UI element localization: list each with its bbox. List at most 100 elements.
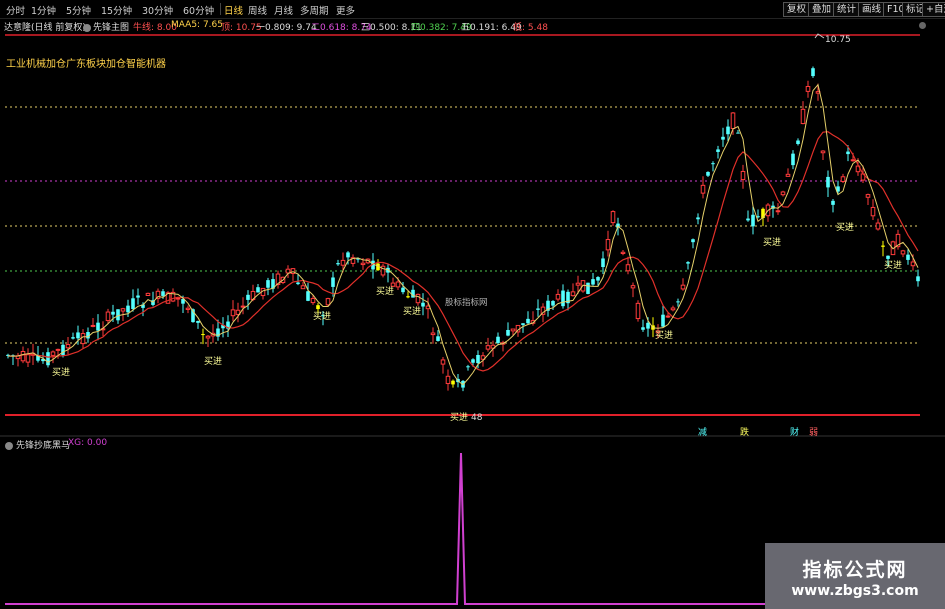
candle-body: [916, 276, 920, 282]
candle-body: [605, 239, 611, 251]
long-moving-average-line: [7, 131, 919, 372]
kline-chart: 10.75 买进 买进 买进 买进 买进 买进 48 买进 买进 买进 买进 股…: [0, 33, 945, 605]
candle-body: [686, 262, 690, 264]
candle-body: [751, 214, 755, 227]
candle-body: [126, 305, 130, 313]
candle-body: [691, 239, 695, 243]
candle-body: [761, 208, 765, 218]
candle-body: [360, 262, 366, 266]
candle-body: [80, 333, 86, 345]
candle-body: [451, 380, 455, 385]
candle-body: [510, 328, 516, 332]
candle-body: [811, 68, 815, 77]
candle-body: [111, 311, 115, 315]
candle-body: [840, 176, 846, 182]
candle-body: [331, 277, 335, 287]
candle-body: [641, 327, 645, 330]
candle-body: [596, 277, 600, 281]
buy-label: 买进: [52, 367, 70, 378]
candle-body: [285, 268, 291, 274]
candle-body: [476, 354, 480, 364]
candle-body: [601, 258, 605, 268]
candle-body: [466, 366, 470, 368]
candle-body: [256, 287, 260, 293]
buy-label: 买进: [403, 306, 421, 317]
indicator-panel-name[interactable]: 先锋抄底黑马: [16, 438, 70, 451]
candle-body: [401, 287, 405, 293]
candle-body: [46, 352, 50, 366]
candle-body: [826, 176, 830, 188]
candle-body: [346, 252, 350, 258]
candle-body: [726, 126, 730, 135]
buy-label: 买进: [313, 311, 331, 322]
candle-body: [831, 200, 835, 205]
center-watermark: 股标指标网: [445, 297, 488, 308]
candle-body: [906, 254, 910, 260]
buy-label: 买进: [450, 412, 468, 423]
candle-body: [485, 345, 491, 350]
candle-body: [881, 245, 885, 247]
candle-body: [551, 301, 555, 306]
candles-group: [6, 66, 920, 392]
candle-body: [496, 336, 500, 343]
candle-body: [415, 293, 421, 304]
candle-body: [875, 222, 881, 230]
candle-body: [201, 334, 205, 336]
candle-body: [406, 296, 410, 298]
candle-body: [591, 279, 595, 285]
candle-body: [161, 291, 165, 296]
candle-body: [610, 211, 616, 224]
candle-body: [721, 136, 725, 140]
candle-body: [506, 329, 510, 336]
buy-label: 买进: [655, 330, 673, 341]
candle-body: [55, 348, 61, 351]
candle-body: [900, 250, 906, 255]
candle-body: [630, 285, 636, 289]
candle-body: [570, 291, 576, 297]
candle-body: [230, 309, 236, 317]
candle-body: [120, 308, 126, 312]
watermark-title: 指标公式网: [802, 559, 908, 581]
candle-body: [50, 351, 56, 356]
candle-body: [325, 298, 331, 306]
candle-body: [586, 282, 590, 294]
candle-body: [316, 305, 320, 310]
candle-body: [266, 280, 270, 288]
candle-body: [670, 307, 676, 311]
candle-body: [20, 351, 26, 362]
candle-body: [430, 332, 436, 336]
candle-body: [910, 261, 916, 267]
candle-body: [306, 291, 310, 301]
candle-body: [886, 255, 890, 259]
candle-body: [246, 294, 250, 300]
buy-label: 买进: [884, 260, 902, 271]
candle-body: [76, 332, 80, 339]
candle-body: [791, 153, 795, 166]
candle-body: [71, 337, 75, 339]
candle-body: [775, 210, 781, 213]
candle-body: [395, 281, 401, 288]
buy-label: 买进: [376, 286, 394, 297]
candle-body: [90, 324, 96, 327]
candle-body: [846, 151, 850, 155]
candle-body: [300, 285, 306, 290]
candle-body: [696, 217, 700, 220]
candle-body: [526, 318, 530, 324]
candle-body: [240, 305, 246, 308]
candle-body: [706, 171, 710, 176]
candle-body: [61, 344, 65, 356]
candle-body: [785, 173, 791, 177]
candle-body: [646, 322, 650, 329]
candle-body: [865, 194, 871, 198]
candle-body: [340, 259, 346, 266]
indicator-panel-value: XG: 0.00: [68, 438, 108, 448]
candle-body: [205, 335, 211, 339]
candle-body: [440, 359, 446, 365]
candle-body: [850, 159, 856, 162]
buy-label: 买进: [204, 356, 222, 367]
candle-body: [536, 308, 540, 310]
candle-body: [796, 140, 800, 144]
bottom-price-label: 48: [471, 413, 483, 423]
short-moving-average-line: [7, 83, 919, 386]
candle-body: [680, 284, 686, 290]
